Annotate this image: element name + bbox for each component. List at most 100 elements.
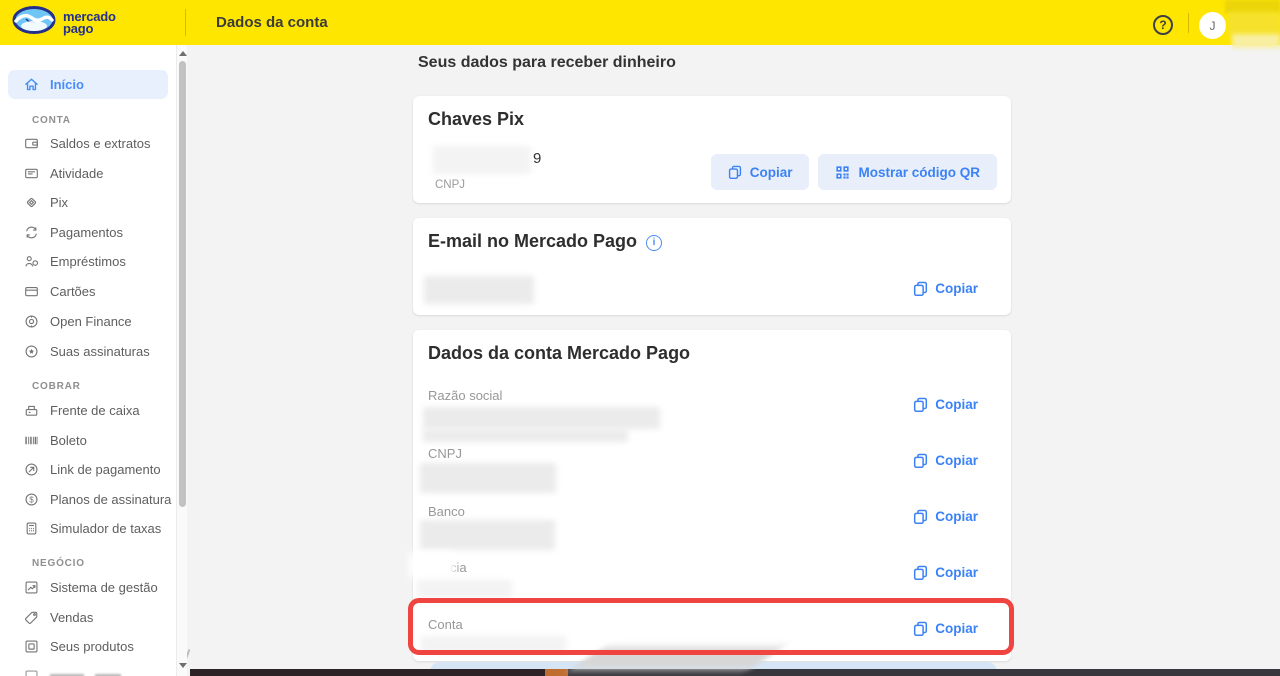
sidebar-item-saldos-e-extratos[interactable]: Saldos e extratos [8, 128, 168, 158]
bottom-bar-orange-segment [545, 669, 568, 676]
sidebar-item-link-de-pagamento[interactable]: Link de pagamento [8, 454, 168, 484]
sales-tag-icon [25, 611, 38, 624]
chaves-pix-card: Chaves Pix 9 CNPJ Copiar Mostrar código … [413, 96, 1011, 203]
pix-diamond-icon [26, 197, 37, 207]
sidebar-item-seus-produtos[interactable]: Seus produtos [8, 631, 168, 661]
copy-icon [914, 281, 928, 296]
copy-razao-social-link[interactable]: Copiar [913, 397, 978, 412]
account-card-title: Dados da conta Mercado Pago [428, 343, 691, 363]
copy-email-link[interactable]: Copiar [913, 281, 978, 296]
redacted-email-value [424, 276, 534, 304]
coin-circle-icon [25, 314, 38, 328]
sidebar-item-label: Open Finance [50, 313, 132, 329]
question-mark-glyph: ? [1159, 18, 1167, 32]
sidebar-item-pagamentos[interactable]: Pagamentos [8, 217, 168, 247]
redacted-agencia-value [417, 580, 512, 598]
copy-agencia-link[interactable]: Copiar [913, 565, 978, 580]
pix-card-buttons: Copiar Mostrar código QR [710, 154, 997, 190]
sidebar-item-label: Empréstimos [50, 253, 126, 269]
sidebar-item-cartoes[interactable]: Cartões [8, 276, 168, 306]
show-qr-code-button[interactable]: Mostrar código QR [818, 154, 997, 190]
sidebar-item-emprestimos[interactable]: Empréstimos [8, 246, 168, 276]
scroll-up-arrow-icon[interactable] [179, 51, 187, 56]
redacted-razao-social [423, 407, 660, 429]
help-icon[interactable]: ? [1153, 15, 1173, 35]
sidebar-item-label: Pix [50, 194, 69, 210]
sidebar-item-pix[interactable]: Pix [8, 187, 168, 217]
email-card-title: E-mail no Mercado Pago i [428, 231, 663, 252]
scroll-down-arrow-icon[interactable] [179, 663, 187, 668]
barcode-icon [25, 436, 38, 444]
sidebar-section-conta: CONTA [32, 115, 71, 126]
wallet-icon [25, 138, 38, 148]
payments-arrows-icon [26, 226, 37, 238]
sidebar-item-inicio[interactable]: Início [8, 70, 168, 99]
avatar-initial: J [1209, 18, 1216, 33]
main-content: Seus dados para receber dinheiro Chaves … [187, 45, 1280, 676]
edge-artifact-mark [187, 649, 191, 663]
sidebar-item-label: Atividade [50, 165, 104, 181]
loans-person-icon [25, 255, 39, 267]
copy-link-label: Copiar [935, 565, 978, 580]
copy-banco-link[interactable]: Copiar [913, 509, 978, 524]
topbar-divider-left [185, 9, 186, 36]
sidebar-item-boleto[interactable]: Boleto [8, 425, 168, 455]
copy-link-label: Copiar [935, 621, 978, 636]
logo-wordmark: mercado pago [63, 8, 116, 36]
products-box-icon [25, 640, 38, 653]
sidebar-item-sistema-de-gestao[interactable]: Sistema de gestão [8, 572, 168, 602]
qr-code-icon [836, 165, 850, 179]
redacted-username-patch [1228, 12, 1280, 36]
copy-conta-link[interactable]: Copiar [913, 621, 978, 636]
calculator-icon [26, 522, 37, 535]
payment-link-icon [25, 462, 38, 476]
copy-icon [914, 453, 928, 468]
credit-card-icon [25, 286, 38, 296]
redacted-username-patch [1232, 34, 1280, 48]
user-avatar[interactable]: J [1199, 12, 1226, 39]
sidebar-section-cobrar: COBRAR [32, 381, 81, 392]
sidebar-item-label: Planos de assinatura [50, 491, 172, 507]
activity-card-icon [25, 168, 38, 178]
sidebar-item-label: Boleto [50, 432, 87, 448]
redacted-razao-social [423, 429, 628, 442]
row-label-razao-social: Razão social [428, 388, 503, 403]
email-card: E-mail no Mercado Pago i Copiar [413, 218, 1011, 315]
copy-link-label: Copiar [935, 509, 978, 524]
sidebar-item-open-finance[interactable]: Open Finance [8, 306, 168, 336]
sidebar-item-simulador-de-taxas[interactable]: Simulador de taxas [8, 513, 168, 543]
copy-link-label: Copiar [935, 397, 978, 412]
home-icon [25, 78, 38, 91]
copy-pix-key-button[interactable]: Copiar [710, 154, 810, 190]
redacted-conta-value [421, 636, 566, 654]
copy-cnpj-link[interactable]: Copiar [913, 453, 978, 468]
sidebar-navigation: Início CONTA Saldos e extratos Atividade… [0, 45, 176, 676]
management-chart-icon [25, 581, 38, 594]
pix-key-visible-digit: 9 [533, 150, 542, 167]
sidebar-item-partial-cutoff[interactable] [8, 661, 168, 676]
unknown-icon [25, 670, 38, 676]
topbar: mercado pago Dados da conta ? J [0, 0, 1280, 48]
topbar-divider-right [1188, 13, 1189, 33]
mercado-pago-logo[interactable]: mercado pago [12, 5, 116, 40]
dollar-circle-icon: $ [25, 492, 38, 506]
sidebar-item-frente-de-caixa[interactable]: Frente de caixa [8, 395, 168, 425]
copy-icon [914, 621, 928, 636]
sidebar-item-label: Cartões [50, 283, 96, 299]
sidebar-item-vendas[interactable]: Vendas [8, 602, 168, 632]
row-label-cnpj: CNPJ [428, 446, 462, 461]
sidebar-item-suas-assinaturas[interactable]: Suas assinaturas [8, 336, 168, 366]
info-icon[interactable]: i [646, 234, 663, 251]
copy-link-label: Copiar [935, 453, 978, 468]
pix-key-type-label: CNPJ [435, 179, 466, 191]
sidebar-item-label: Início [50, 77, 84, 92]
scrollbar-thumb[interactable] [179, 61, 186, 507]
cash-register-icon [25, 405, 38, 416]
bottom-bar-dark-segment [190, 669, 545, 676]
sidebar-scrollbar[interactable] [176, 45, 187, 676]
sidebar-item-planos-de-assinatura[interactable]: $ Planos de assinatura [8, 484, 172, 514]
sidebar-item-atividade[interactable]: Atividade [8, 158, 168, 188]
sidebar-item-label: Link de pagamento [50, 461, 161, 477]
sidebar-item-label: Saldos e extratos [50, 135, 151, 151]
redacted-banco [420, 520, 555, 550]
